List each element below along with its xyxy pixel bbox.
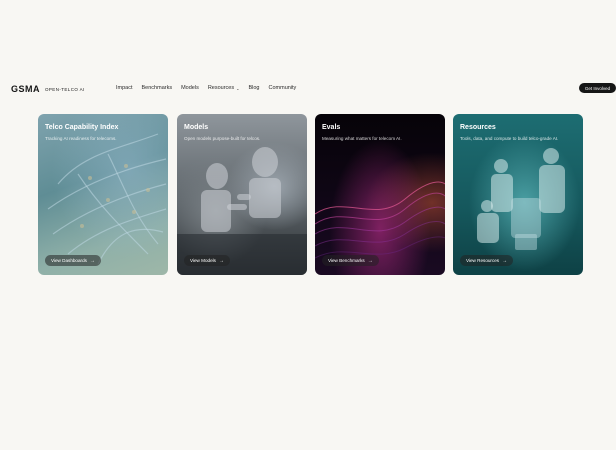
logo-subtitle: OPEN-TELCO AI <box>45 86 85 92</box>
nav-dropdown-resources[interactable]: Resources ⌄ <box>208 85 240 91</box>
card-models[interactable]: Models Open models purpose-built for tel… <box>177 114 307 275</box>
arrow-right-icon: → <box>367 257 373 264</box>
card-telco-capability-index[interactable]: Telco Capability Index Tracking AI readi… <box>38 114 168 275</box>
nav-link-resources-label: Resources <box>207 85 235 91</box>
card-description: Tracking AI readiness for telecoms. <box>45 136 117 141</box>
card-title: Resources <box>460 124 496 131</box>
get-involved-button[interactable]: Get Involved <box>579 83 616 93</box>
arrow-right-icon: → <box>502 257 508 264</box>
button-label: View Models <box>190 258 216 263</box>
view-resources-button[interactable]: View Resources → <box>460 255 514 266</box>
card-title: Evals <box>322 124 341 131</box>
nav-link-community[interactable]: Community <box>269 85 297 91</box>
button-label: View Dashboards <box>51 258 87 263</box>
nav-link-models[interactable]: Models <box>181 85 199 91</box>
button-label: View Resources <box>466 258 500 263</box>
view-models-button[interactable]: View Models → <box>184 255 230 266</box>
nav-links: Impact Benchmarks Models Resources ⌄ Blo… <box>116 85 296 91</box>
card-description: Measuring what matters for telecom AI. <box>322 136 402 141</box>
card-description: Open models purpose-built for telcos. <box>184 136 261 141</box>
top-navigation: GSMA OPEN-TELCO AI Impact Benchmarks Mod… <box>0 80 616 96</box>
gsma-logo[interactable]: GSMA OPEN-TELCO AI <box>11 84 85 94</box>
arrow-right-icon: → <box>89 257 95 264</box>
nav-link-blog[interactable]: Blog <box>248 85 259 91</box>
card-evals[interactable]: Evals Measuring what matters for telecom… <box>315 114 445 275</box>
card-description: Tools, data, and compute to build telco-… <box>460 136 559 141</box>
button-label: View Benchmarks <box>328 258 365 263</box>
arrow-right-icon: → <box>218 257 224 264</box>
view-benchmarks-button[interactable]: View Benchmarks → <box>322 255 379 266</box>
card-title: Models <box>184 124 209 131</box>
card-resources[interactable]: Resources Tools, data, and compute to bu… <box>453 114 583 275</box>
card-title: Telco Capability Index <box>45 124 119 131</box>
chevron-down-icon: ⌄ <box>236 85 240 91</box>
logo-mark: GSMA <box>11 84 40 94</box>
nav-link-benchmarks[interactable]: Benchmarks <box>142 85 173 91</box>
nav-link-impact[interactable]: Impact <box>116 85 133 91</box>
view-dashboards-button[interactable]: View Dashboards → <box>45 255 101 266</box>
